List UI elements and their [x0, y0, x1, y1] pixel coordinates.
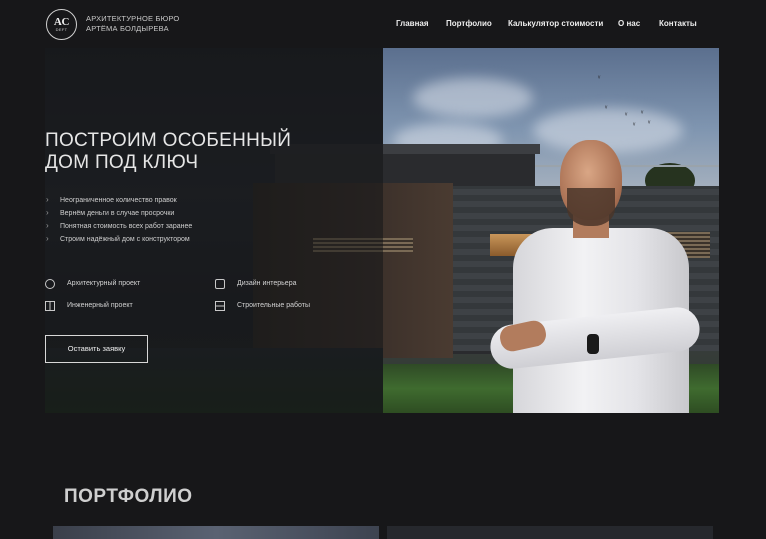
service-architecture: Архитектурный проект	[67, 280, 141, 287]
bricks-icon	[215, 301, 225, 311]
benefit-item: › Строим надёжный дом с конструктором	[46, 234, 190, 243]
nav-contacts[interactable]: Контакты	[659, 19, 697, 28]
chevron-right-icon: ›	[46, 195, 49, 204]
blueprint-icon	[45, 301, 55, 311]
nav-portfolio[interactable]: Портфолио	[446, 19, 492, 28]
benefit-item: › Неограниченное количество правок	[46, 195, 177, 204]
bird-icon: ᵛ	[598, 75, 601, 82]
benefits-list: › Неограниченное количество правок › Вернё…	[46, 195, 193, 248]
portfolio-title: ПОРТФОЛИО	[64, 486, 193, 507]
nav-calculator[interactable]: Калькулятор стоимости	[508, 19, 603, 28]
paint-bucket-icon	[215, 279, 225, 289]
service-interior: Дизайн интерьера	[237, 280, 297, 287]
chevron-right-icon: ›	[46, 234, 49, 243]
portfolio-card[interactable]	[53, 526, 379, 539]
portfolio-card[interactable]	[387, 526, 713, 539]
service-construction: Строительные работы	[237, 302, 310, 309]
hero-title: ПОСТРОИМ ОСОБЕННЫЙ ДОМ ПОД КЛЮЧ	[45, 130, 291, 174]
hero-title-line-1: ПОСТРОИМ ОСОБЕННЫЙ	[45, 130, 292, 151]
service-engineering: Инженерный проект	[67, 302, 133, 309]
nav-home[interactable]: Главная	[396, 19, 429, 28]
watch-icon	[587, 334, 599, 354]
chevron-right-icon: ›	[46, 208, 49, 217]
nav-about[interactable]: О нас	[618, 19, 640, 28]
benefit-item: › Вернём деньги в случае просрочки	[46, 208, 175, 217]
benefit-item: › Понятная стоимость всех работ заранее	[46, 221, 193, 230]
hero-title-line-2: ДОМ ПОД КЛЮЧ	[45, 152, 199, 173]
compass-icon	[45, 279, 55, 289]
main-nav: Главная Портфолио Калькулятор стоимости …	[0, 19, 766, 31]
site-header: AC DEFT АРХИТЕКТУРНОЕ БЮРО АРТЁМА БОЛДЫР…	[0, 0, 766, 48]
submit-request-button[interactable]: Оставить заявку	[45, 335, 148, 363]
chevron-right-icon: ›	[46, 221, 49, 230]
